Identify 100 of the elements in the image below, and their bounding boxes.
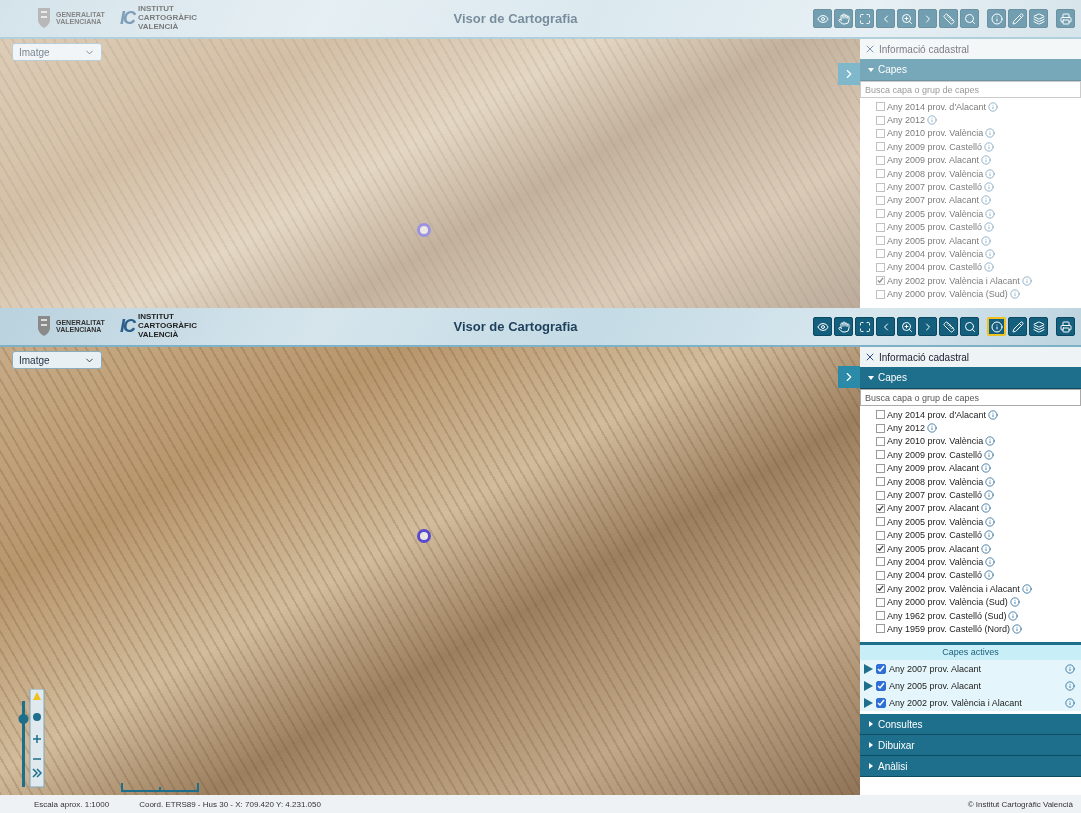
- panel-toggle-button[interactable]: [838, 63, 860, 85]
- toolbar-button[interactable]: [876, 317, 895, 336]
- info-icon[interactable]: [985, 436, 996, 447]
- checkbox[interactable]: [876, 222, 885, 232]
- info-icon[interactable]: [985, 249, 996, 259]
- toolbar-button[interactable]: [918, 317, 937, 336]
- info-icon[interactable]: [985, 516, 996, 527]
- checkbox[interactable]: [876, 155, 885, 165]
- checkbox[interactable]: [876, 530, 885, 540]
- checkbox[interactable]: [876, 490, 885, 500]
- checkbox[interactable]: [876, 102, 885, 112]
- section-header[interactable]: Anàlisi: [860, 756, 1081, 777]
- info-icon[interactable]: [1011, 623, 1022, 634]
- checkbox[interactable]: [876, 262, 885, 272]
- info-icon[interactable]: [988, 409, 999, 420]
- toolbar-button[interactable]: [855, 317, 874, 336]
- info-icon[interactable]: [980, 195, 991, 206]
- checkbox[interactable]: [876, 570, 885, 580]
- checkbox[interactable]: [876, 195, 885, 205]
- checkbox[interactable]: [876, 169, 885, 179]
- layer-label: Any 2005 prov. Alacant: [889, 680, 981, 691]
- info-icon[interactable]: [927, 423, 938, 434]
- info-icon[interactable]: [983, 141, 994, 152]
- section-header[interactable]: Dibuixar: [860, 735, 1081, 756]
- info-icon[interactable]: [983, 449, 994, 460]
- play-icon[interactable]: [864, 663, 873, 674]
- checkbox[interactable]: [876, 450, 885, 460]
- play-icon[interactable]: [864, 680, 873, 691]
- base-layer-dropdown[interactable]: Imatge: [12, 351, 102, 369]
- info-icon[interactable]: [1009, 597, 1020, 608]
- info-icon[interactable]: [1065, 663, 1075, 674]
- info-icon[interactable]: [1008, 610, 1019, 621]
- info-icon[interactable]: [988, 101, 999, 112]
- toolbar-button[interactable]: [897, 317, 916, 336]
- base-layer-dropdown[interactable]: Imatge: [12, 43, 102, 61]
- info-icon[interactable]: [985, 557, 996, 567]
- info-icon[interactable]: [980, 503, 991, 514]
- checkbox[interactable]: [876, 611, 885, 621]
- checkbox[interactable]: [876, 115, 885, 125]
- toolbar-button[interactable]: [1008, 317, 1027, 336]
- layer-search-field[interactable]: Busca capa o grup de capes: [860, 81, 1081, 98]
- toolbar-button[interactable]: [960, 317, 979, 336]
- checkbox[interactable]: [876, 680, 886, 691]
- info-icon[interactable]: [1065, 697, 1075, 708]
- checkbox[interactable]: [876, 557, 885, 567]
- info-icon[interactable]: [1021, 583, 1032, 594]
- info-icon[interactable]: [985, 168, 996, 179]
- checkbox[interactable]: [876, 517, 885, 527]
- checkbox[interactable]: [876, 597, 885, 607]
- info-icon[interactable]: [927, 115, 938, 126]
- checkbox[interactable]: [876, 423, 885, 433]
- info-icon[interactable]: [985, 208, 996, 219]
- info-icon[interactable]: [980, 235, 991, 246]
- checkbox[interactable]: [876, 128, 885, 138]
- play-icon[interactable]: [864, 697, 873, 708]
- toolbar-button[interactable]: [813, 317, 832, 336]
- info-icon[interactable]: [983, 490, 994, 501]
- checkbox[interactable]: [876, 436, 885, 446]
- checkbox[interactable]: [876, 584, 885, 594]
- info-icon[interactable]: [1021, 275, 1032, 286]
- toolbar-button[interactable]: [834, 317, 853, 336]
- checkbox[interactable]: [876, 236, 885, 246]
- info-icon[interactable]: [1009, 289, 1020, 300]
- info-icon[interactable]: [983, 530, 994, 541]
- checkbox[interactable]: [876, 249, 885, 259]
- info-icon[interactable]: [980, 155, 991, 166]
- checkbox[interactable]: [876, 410, 885, 420]
- toolbar-button[interactable]: [1056, 317, 1075, 336]
- checkbox[interactable]: [876, 477, 885, 487]
- info-icon[interactable]: [980, 543, 991, 554]
- info-icon[interactable]: [985, 476, 996, 487]
- layer-search-field[interactable]: Busca capa o grup de capes: [860, 389, 1081, 406]
- info-icon[interactable]: [983, 262, 994, 273]
- panel-toggle-button[interactable]: [838, 366, 860, 388]
- checkbox[interactable]: [876, 276, 885, 286]
- section-header[interactable]: Consultes: [860, 714, 1081, 735]
- checkbox[interactable]: [876, 697, 886, 708]
- info-icon[interactable]: [983, 182, 994, 193]
- toolbar-button[interactable]: [939, 317, 958, 336]
- info-icon[interactable]: [1065, 680, 1075, 691]
- layer-label: Any 2002 prov. València i Alacant: [887, 583, 1020, 594]
- checkbox[interactable]: [876, 503, 885, 513]
- info-icon[interactable]: [985, 128, 996, 139]
- info-icon[interactable]: [983, 570, 994, 581]
- layers-section-header[interactable]: Capes: [860, 367, 1081, 389]
- info-icon[interactable]: [980, 463, 991, 474]
- layer-label: Any 2000 prov. València (Sud): [887, 289, 1008, 300]
- layer-label: Any 2012: [887, 423, 926, 434]
- close-icon[interactable]: [864, 351, 876, 363]
- toolbar-button[interactable]: [1029, 317, 1048, 336]
- info-icon[interactable]: [983, 222, 994, 233]
- checkbox[interactable]: [876, 624, 885, 634]
- checkbox[interactable]: [876, 182, 885, 192]
- checkbox[interactable]: [876, 209, 885, 219]
- checkbox[interactable]: [876, 663, 886, 674]
- checkbox[interactable]: [876, 463, 885, 473]
- checkbox[interactable]: [876, 289, 885, 299]
- checkbox[interactable]: [876, 544, 885, 554]
- checkbox[interactable]: [876, 142, 885, 152]
- pencil-icon: [1011, 320, 1024, 333]
